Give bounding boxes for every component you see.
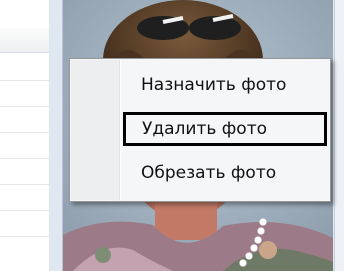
menu-icon-gutter	[71, 60, 120, 200]
list-row-divider	[0, 184, 50, 185]
list-row-divider	[0, 158, 50, 159]
menu-item-assign-photo[interactable]: Назначить фото	[121, 68, 327, 102]
menu-item-crop-photo[interactable]: Обрезать фото	[121, 156, 327, 190]
list-header[interactable]	[0, 28, 50, 53]
list-row-divider	[0, 210, 50, 211]
left-list-panel	[0, 0, 50, 271]
list-row-divider	[0, 132, 50, 133]
menu-item-delete-photo[interactable]: Удалить фото	[123, 112, 327, 146]
list-row-divider	[0, 236, 50, 237]
list-row-divider	[0, 80, 50, 81]
scrollbar-strip[interactable]	[334, 0, 344, 271]
list-row-divider	[0, 106, 50, 107]
photo-context-menu: Назначить фото Удалить фото Обрезать фот…	[69, 58, 331, 202]
